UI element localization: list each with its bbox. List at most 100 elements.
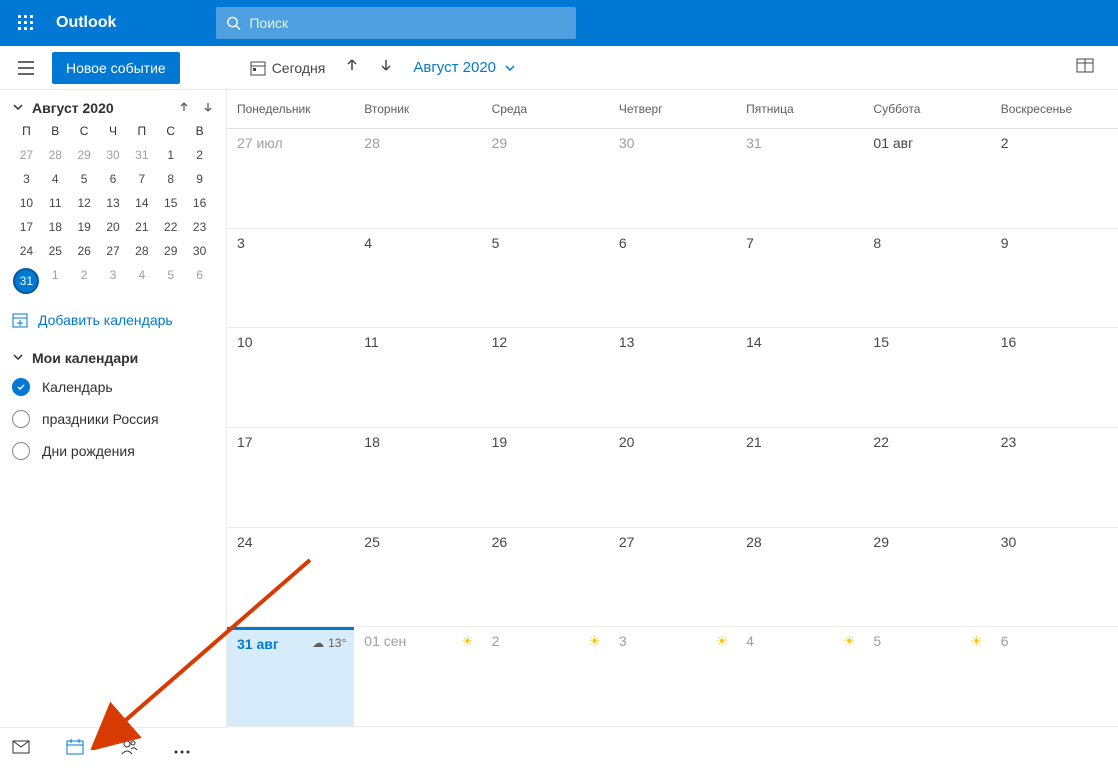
day-cell[interactable]: 30 — [609, 129, 736, 228]
mini-day[interactable]: 5 — [156, 268, 185, 294]
mini-day[interactable]: 8 — [156, 172, 185, 186]
mini-day[interactable]: 31 — [13, 268, 39, 294]
mini-day[interactable]: 24 — [12, 244, 41, 258]
mini-day[interactable]: 16 — [185, 196, 214, 210]
mini-day[interactable]: 29 — [156, 244, 185, 258]
mini-day[interactable]: 10 — [12, 196, 41, 210]
today-button[interactable]: Сегодня — [240, 54, 336, 82]
day-cell[interactable]: 19 — [482, 428, 609, 527]
day-cell[interactable]: 8 — [863, 229, 990, 328]
app-launcher-icon[interactable] — [6, 3, 46, 43]
mini-calendar-collapse-icon[interactable] — [12, 100, 24, 116]
calendar-checkbox[interactable] — [12, 442, 30, 460]
day-cell[interactable]: 18 — [354, 428, 481, 527]
day-cell[interactable]: 01 авг — [863, 129, 990, 228]
mini-day[interactable]: 23 — [185, 220, 214, 234]
mini-day[interactable]: 3 — [12, 172, 41, 186]
mini-day[interactable]: 17 — [12, 220, 41, 234]
more-icon[interactable] — [174, 741, 190, 759]
day-cell[interactable]: 28 — [354, 129, 481, 228]
mini-day[interactable]: 18 — [41, 220, 70, 234]
mini-day[interactable]: 20 — [99, 220, 128, 234]
day-cell[interactable]: 3☀ — [609, 627, 736, 726]
day-cell[interactable]: 30 — [991, 528, 1118, 627]
mini-day[interactable]: 12 — [70, 196, 99, 210]
mini-day[interactable]: 27 — [99, 244, 128, 258]
day-cell[interactable]: 5☀ — [863, 627, 990, 726]
mini-day[interactable]: 7 — [127, 172, 156, 186]
mini-day[interactable]: 29 — [70, 148, 99, 162]
day-cell[interactable]: 01 сен☀ — [354, 627, 481, 726]
day-cell[interactable]: 5 — [482, 229, 609, 328]
mini-prev-month-button[interactable] — [178, 100, 190, 116]
day-cell[interactable]: 28 — [736, 528, 863, 627]
mini-day[interactable]: 30 — [99, 148, 128, 162]
prev-period-button[interactable] — [335, 52, 369, 83]
hamburger-menu-icon[interactable] — [10, 52, 42, 84]
mini-day[interactable]: 26 — [70, 244, 99, 258]
day-cell[interactable]: 26 — [482, 528, 609, 627]
day-cell[interactable]: 10 — [227, 328, 354, 427]
mini-day[interactable]: 13 — [99, 196, 128, 210]
day-cell[interactable]: 16 — [991, 328, 1118, 427]
mini-day[interactable]: 6 — [99, 172, 128, 186]
mini-day[interactable]: 11 — [41, 196, 70, 210]
day-cell[interactable]: 29 — [863, 528, 990, 627]
day-cell[interactable]: 23 — [991, 428, 1118, 527]
day-cell[interactable]: 4☀ — [736, 627, 863, 726]
mini-day[interactable]: 19 — [70, 220, 99, 234]
mini-day[interactable]: 1 — [41, 268, 70, 294]
day-cell[interactable]: 14 — [736, 328, 863, 427]
day-cell[interactable]: 17 — [227, 428, 354, 527]
mini-day[interactable]: 2 — [70, 268, 99, 294]
day-cell[interactable]: 2 — [991, 129, 1118, 228]
mini-day[interactable]: 1 — [156, 148, 185, 162]
day-cell[interactable]: 3 — [227, 229, 354, 328]
mini-day[interactable]: 28 — [41, 148, 70, 162]
add-calendar-button[interactable]: Добавить календарь — [12, 312, 214, 328]
search-input[interactable] — [249, 15, 566, 31]
day-cell[interactable]: 31 — [736, 129, 863, 228]
day-cell[interactable]: 9 — [991, 229, 1118, 328]
day-cell[interactable]: 15 — [863, 328, 990, 427]
mini-day[interactable]: 6 — [185, 268, 214, 294]
day-cell[interactable]: 11 — [354, 328, 481, 427]
split-view-button[interactable] — [1066, 51, 1104, 84]
my-calendars-collapse-icon[interactable] — [12, 350, 24, 366]
mini-day[interactable]: 31 — [127, 148, 156, 162]
mini-day[interactable]: 3 — [99, 268, 128, 294]
day-cell[interactable]: 13 — [609, 328, 736, 427]
mini-day[interactable]: 4 — [41, 172, 70, 186]
mini-day[interactable]: 21 — [127, 220, 156, 234]
day-cell[interactable]: 20 — [609, 428, 736, 527]
mini-day[interactable]: 22 — [156, 220, 185, 234]
calendar-item[interactable]: Календарь — [12, 378, 214, 396]
mini-day[interactable]: 4 — [127, 268, 156, 294]
new-event-button[interactable]: Новое событие — [52, 52, 180, 84]
calendar-icon[interactable] — [66, 739, 84, 760]
calendar-checkbox[interactable] — [12, 378, 30, 396]
mini-day[interactable]: 15 — [156, 196, 185, 210]
month-picker-button[interactable]: Август 2020 — [403, 53, 526, 82]
day-cell[interactable]: 29 — [482, 129, 609, 228]
mini-next-month-button[interactable] — [202, 100, 214, 116]
mini-day[interactable]: 9 — [185, 172, 214, 186]
mini-day[interactable]: 30 — [185, 244, 214, 258]
mail-icon[interactable] — [12, 740, 30, 759]
mini-day[interactable]: 2 — [185, 148, 214, 162]
mini-day[interactable]: 27 — [12, 148, 41, 162]
day-cell[interactable]: 27 июл — [227, 129, 354, 228]
calendar-item[interactable]: Дни рождения — [12, 442, 214, 460]
day-cell[interactable]: 31 авг☁13° — [227, 627, 354, 726]
day-cell[interactable]: 27 — [609, 528, 736, 627]
mini-day[interactable]: 28 — [127, 244, 156, 258]
next-period-button[interactable] — [369, 52, 403, 83]
day-cell[interactable]: 4 — [354, 229, 481, 328]
mini-day[interactable]: 25 — [41, 244, 70, 258]
mini-day[interactable]: 14 — [127, 196, 156, 210]
mini-day[interactable]: 5 — [70, 172, 99, 186]
day-cell[interactable]: 7 — [736, 229, 863, 328]
day-cell[interactable]: 2☀ — [482, 627, 609, 726]
day-cell[interactable]: 6 — [991, 627, 1118, 726]
people-icon[interactable] — [120, 739, 138, 760]
